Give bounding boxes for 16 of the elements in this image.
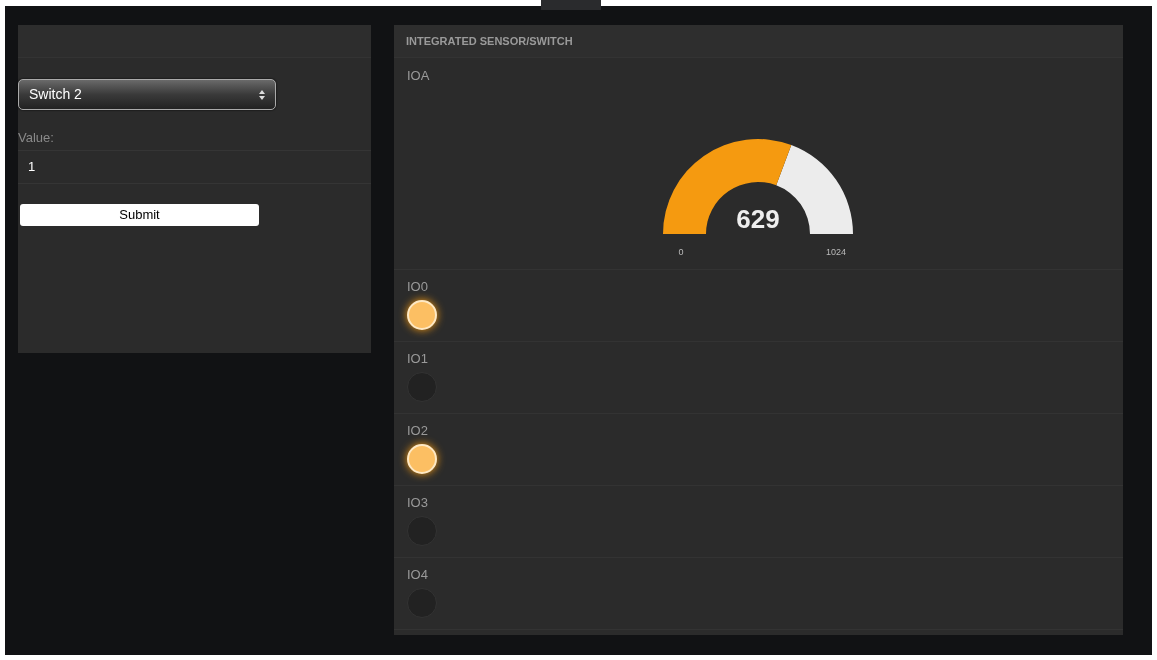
io-label: IO3: [407, 495, 429, 510]
value-label: Value:: [18, 130, 55, 146]
gauge-max-label: 1024: [826, 247, 846, 257]
io-label: IO0: [407, 279, 429, 294]
select-value: Switch 2: [29, 85, 82, 104]
panel-title: INTEGRATED SENSOR/SWITCH: [406, 33, 573, 49]
io-label: IO4: [407, 567, 429, 582]
gauge-min-label: 0: [678, 247, 684, 257]
io-label: IO2: [407, 423, 429, 438]
updown-icon: [259, 89, 265, 100]
value-field[interactable]: 1: [18, 150, 371, 184]
submit-button[interactable]: Submit: [20, 204, 259, 226]
io-label: IOA: [407, 67, 430, 85]
io-label: IO1: [407, 351, 429, 366]
switch-select[interactable]: Switch 2: [18, 79, 276, 110]
gauge-reading: 629: [736, 204, 780, 234]
